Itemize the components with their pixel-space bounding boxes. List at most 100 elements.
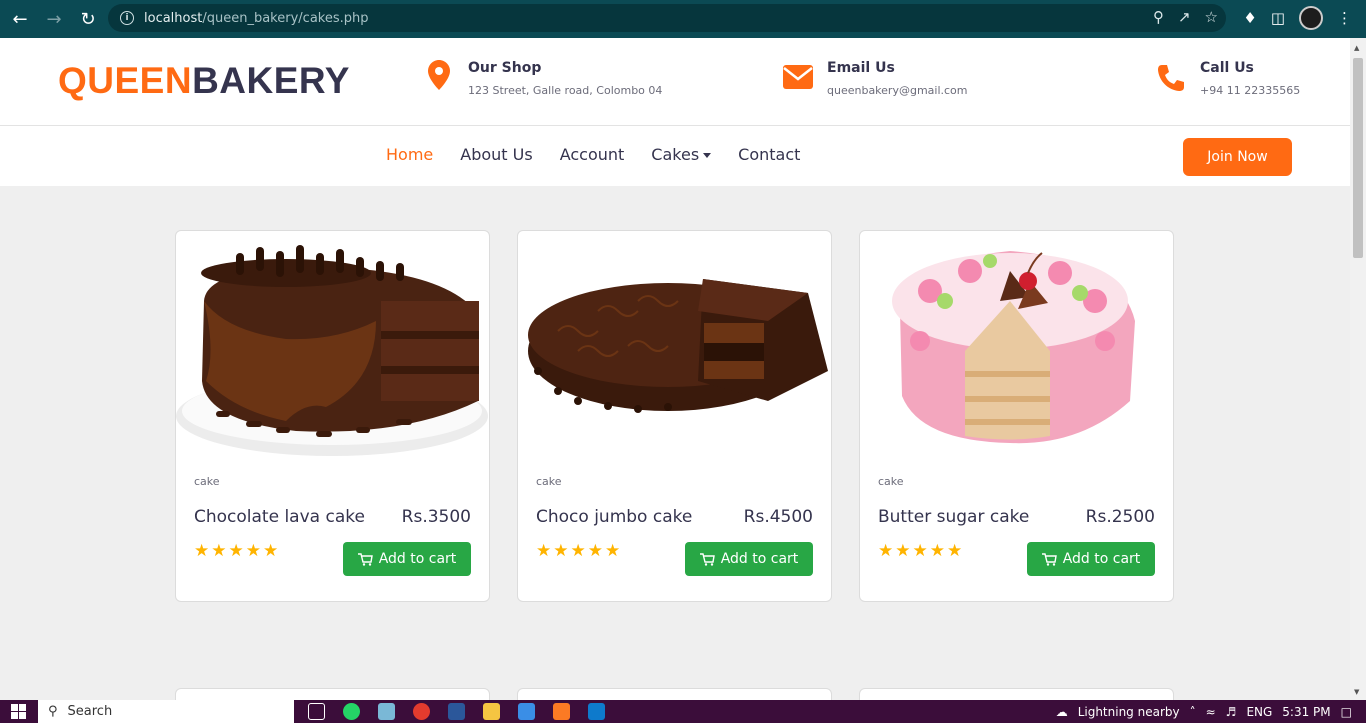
product-price: Rs.2500 (1085, 507, 1155, 527)
star-icon: ★ (570, 541, 588, 561)
star-icon: ★ (912, 541, 930, 561)
taskbar-search[interactable]: ⚲ Search (38, 700, 294, 723)
cart-icon (1041, 552, 1057, 566)
phone-number[interactable]: +94 11 22335565 (1200, 84, 1300, 97)
url-text[interactable]: localhost/queen_bakery/cakes.php (144, 11, 369, 26)
product-card: cake Butter sugar cake Rs.2500 ★★★★★ Add… (859, 230, 1174, 602)
weather-icon[interactable]: ☁ (1056, 705, 1068, 719)
share-icon[interactable]: ↗ (1178, 8, 1191, 26)
product-name[interactable]: Chocolate lava cake (194, 507, 365, 527)
notifications-icon[interactable]: □ (1341, 705, 1352, 719)
windows-taskbar: ⚲ Search ☁ Lightning nearby ˄ ≈ ♬ ENG 5:… (0, 700, 1366, 723)
product-price: Rs.3500 (401, 507, 471, 527)
shop-address: 123 Street, Galle road, Colombo 04 (468, 84, 663, 97)
add-to-cart-label: Add to cart (720, 551, 799, 567)
search-label: Search (67, 704, 113, 719)
nav-contact[interactable]: Contact (738, 145, 800, 164)
add-to-cart-label: Add to cart (1062, 551, 1141, 567)
word-icon[interactable] (448, 703, 465, 720)
butter-sugar-cake-image[interactable] (860, 231, 1173, 463)
cart-icon (699, 552, 715, 566)
tray-chevron-icon[interactable]: ˄ (1190, 705, 1196, 719)
product-card: cake Chocolate lava cake Rs.3500 ★★★★★ A… (175, 230, 490, 602)
xampp-icon[interactable] (553, 703, 570, 720)
notepad-icon[interactable] (378, 703, 395, 720)
chocolate-lava-cake-image[interactable] (176, 231, 489, 463)
reload-icon[interactable]: ↻ (74, 5, 102, 33)
star-icon: ★ (245, 541, 263, 561)
scroll-down-icon[interactable]: ▼ (1354, 688, 1359, 696)
zoom-icon[interactable]: ⚲ (1153, 8, 1164, 26)
star-icon: ★ (553, 541, 571, 561)
star-icon: ★ (194, 541, 212, 561)
contact-shop: Our Shop 123 Street, Galle road, Colombo … (428, 60, 662, 97)
chrome-icon[interactable] (413, 703, 430, 720)
product-category: cake (194, 475, 220, 488)
bookmark-star-icon[interactable]: ☆ (1205, 8, 1218, 26)
star-icon: ★ (605, 541, 623, 561)
forward-icon[interactable]: → (40, 5, 68, 33)
url-path: /queen_bakery/cakes.php (202, 10, 369, 26)
site-logo[interactable]: QUEENBAKERY (58, 60, 350, 102)
nav-account[interactable]: Account (560, 145, 625, 164)
star-icon: ★ (895, 541, 913, 561)
join-now-button[interactable]: Join Now (1183, 138, 1292, 176)
add-to-cart-button[interactable]: Add to cart (685, 542, 813, 576)
page-viewport: QUEENBAKERY Our Shop 123 Street, Galle ro… (0, 38, 1350, 700)
clock[interactable]: 5:31 PM (1282, 705, 1330, 719)
address-bar[interactable]: i localhost/queen_bakery/cakes.php ⚲ ↗ ☆ (108, 4, 1226, 32)
site-info-icon[interactable]: i (120, 11, 134, 25)
contact-email: Email Us queenbakery@gmail.com (783, 60, 968, 97)
add-to-cart-button[interactable]: Add to cart (343, 542, 471, 576)
language-indicator[interactable]: ENG (1246, 705, 1272, 719)
wifi-icon[interactable]: ≈ (1206, 705, 1216, 719)
nav-about[interactable]: About Us (460, 145, 532, 164)
product-name[interactable]: Butter sugar cake (878, 507, 1029, 527)
logo-part-1: QUEEN (58, 60, 193, 101)
extensions-icon[interactable]: ♦ (1243, 9, 1256, 27)
rating-stars: ★★★★★ (194, 541, 280, 561)
volume-icon[interactable]: ♬ (1226, 705, 1237, 719)
nav-cakes-label: Cakes (651, 145, 700, 164)
star-icon: ★ (929, 541, 947, 561)
side-panel-icon[interactable]: ◫ (1271, 9, 1285, 27)
star-icon: ★ (878, 541, 896, 561)
product-category: cake (878, 475, 904, 488)
contact-call: Call Us +94 11 22335565 (1156, 60, 1300, 100)
back-icon[interactable]: ← (6, 5, 34, 33)
menu-icon[interactable]: ⋮ (1337, 9, 1352, 27)
main-nav: Home About Us Account Cakes Contact Join… (0, 126, 1350, 186)
nav-home[interactable]: Home (386, 145, 433, 164)
file-explorer-icon[interactable] (483, 703, 500, 720)
windows-start-icon[interactable] (0, 700, 36, 723)
product-card: cake Choco jumbo cake Rs.4500 ★★★★★ Add … (517, 230, 832, 602)
page-scrollbar[interactable]: ▲ ▼ (1350, 38, 1366, 700)
product-card-partial[interactable] (859, 688, 1174, 700)
add-to-cart-button[interactable]: Add to cart (1027, 542, 1155, 576)
whatsapp-icon[interactable] (343, 703, 360, 720)
envelope-icon (783, 60, 827, 97)
star-icon: ★ (228, 541, 246, 561)
vscode-icon[interactable] (588, 703, 605, 720)
map-marker-icon (428, 60, 468, 97)
photos-icon[interactable] (518, 703, 535, 720)
product-card-partial[interactable] (517, 688, 832, 700)
profile-avatar[interactable] (1299, 6, 1323, 30)
scrollbar-thumb[interactable] (1353, 58, 1363, 258)
call-title: Call Us (1200, 60, 1254, 76)
nav-cakes-dropdown[interactable]: Cakes (651, 145, 712, 164)
email-address[interactable]: queenbakery@gmail.com (827, 84, 968, 97)
product-name[interactable]: Choco jumbo cake (536, 507, 692, 527)
rating-stars: ★★★★★ (536, 541, 622, 561)
star-icon: ★ (263, 541, 281, 561)
product-card-partial[interactable] (175, 688, 490, 700)
weather-label[interactable]: Lightning nearby (1078, 705, 1180, 719)
logo-part-2: BAKERY (192, 60, 350, 101)
cart-icon (357, 552, 373, 566)
email-title: Email Us (827, 60, 895, 76)
star-icon: ★ (587, 541, 605, 561)
task-view-icon[interactable] (308, 703, 325, 720)
scroll-up-icon[interactable]: ▲ (1354, 44, 1359, 52)
choco-jumbo-cake-image[interactable] (518, 231, 831, 463)
rating-stars: ★★★★★ (878, 541, 964, 561)
